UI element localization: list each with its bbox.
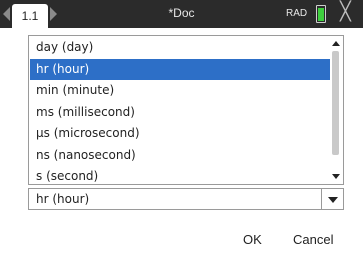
list-item[interactable]: ns (nanosecond) xyxy=(30,145,330,167)
chevron-down-icon xyxy=(328,197,338,203)
list-item[interactable]: s (second) xyxy=(30,166,330,188)
list-item[interactable]: min (minute) xyxy=(30,80,330,102)
scroll-thumb[interactable] xyxy=(332,51,339,155)
unit-select[interactable]: hr (hour) xyxy=(28,188,344,210)
scroll-up-icon[interactable] xyxy=(332,41,340,46)
unit-select-value: hr (hour) xyxy=(36,192,90,206)
list-scrollbar[interactable] xyxy=(329,37,342,183)
document-title: *Doc xyxy=(168,6,195,20)
list-item[interactable]: hr (hour) xyxy=(30,58,330,80)
scroll-down-icon[interactable] xyxy=(332,174,340,179)
battery-level xyxy=(318,8,324,21)
top-bar: 1.1 *Doc RAD ╳ xyxy=(0,0,363,28)
unit-listbox[interactable]: day (day) hr (hour) min (minute) ms (millis… xyxy=(28,35,344,185)
cancel-button[interactable]: Cancel xyxy=(293,232,333,247)
angle-mode-indicator: RAD xyxy=(286,8,308,19)
list-item[interactable]: ms (millisecond) xyxy=(30,102,330,124)
dropdown-button[interactable] xyxy=(321,189,343,209)
ok-button[interactable]: OK xyxy=(243,232,262,247)
list-item[interactable]: µs (microsecond) xyxy=(30,123,330,145)
close-icon[interactable]: ╳ xyxy=(340,3,351,21)
list-item[interactable]: day (day) xyxy=(30,37,330,59)
battery-icon xyxy=(316,5,326,23)
unit-list: day (day) hr (hour) min (minute) ms (millis… xyxy=(30,37,330,188)
